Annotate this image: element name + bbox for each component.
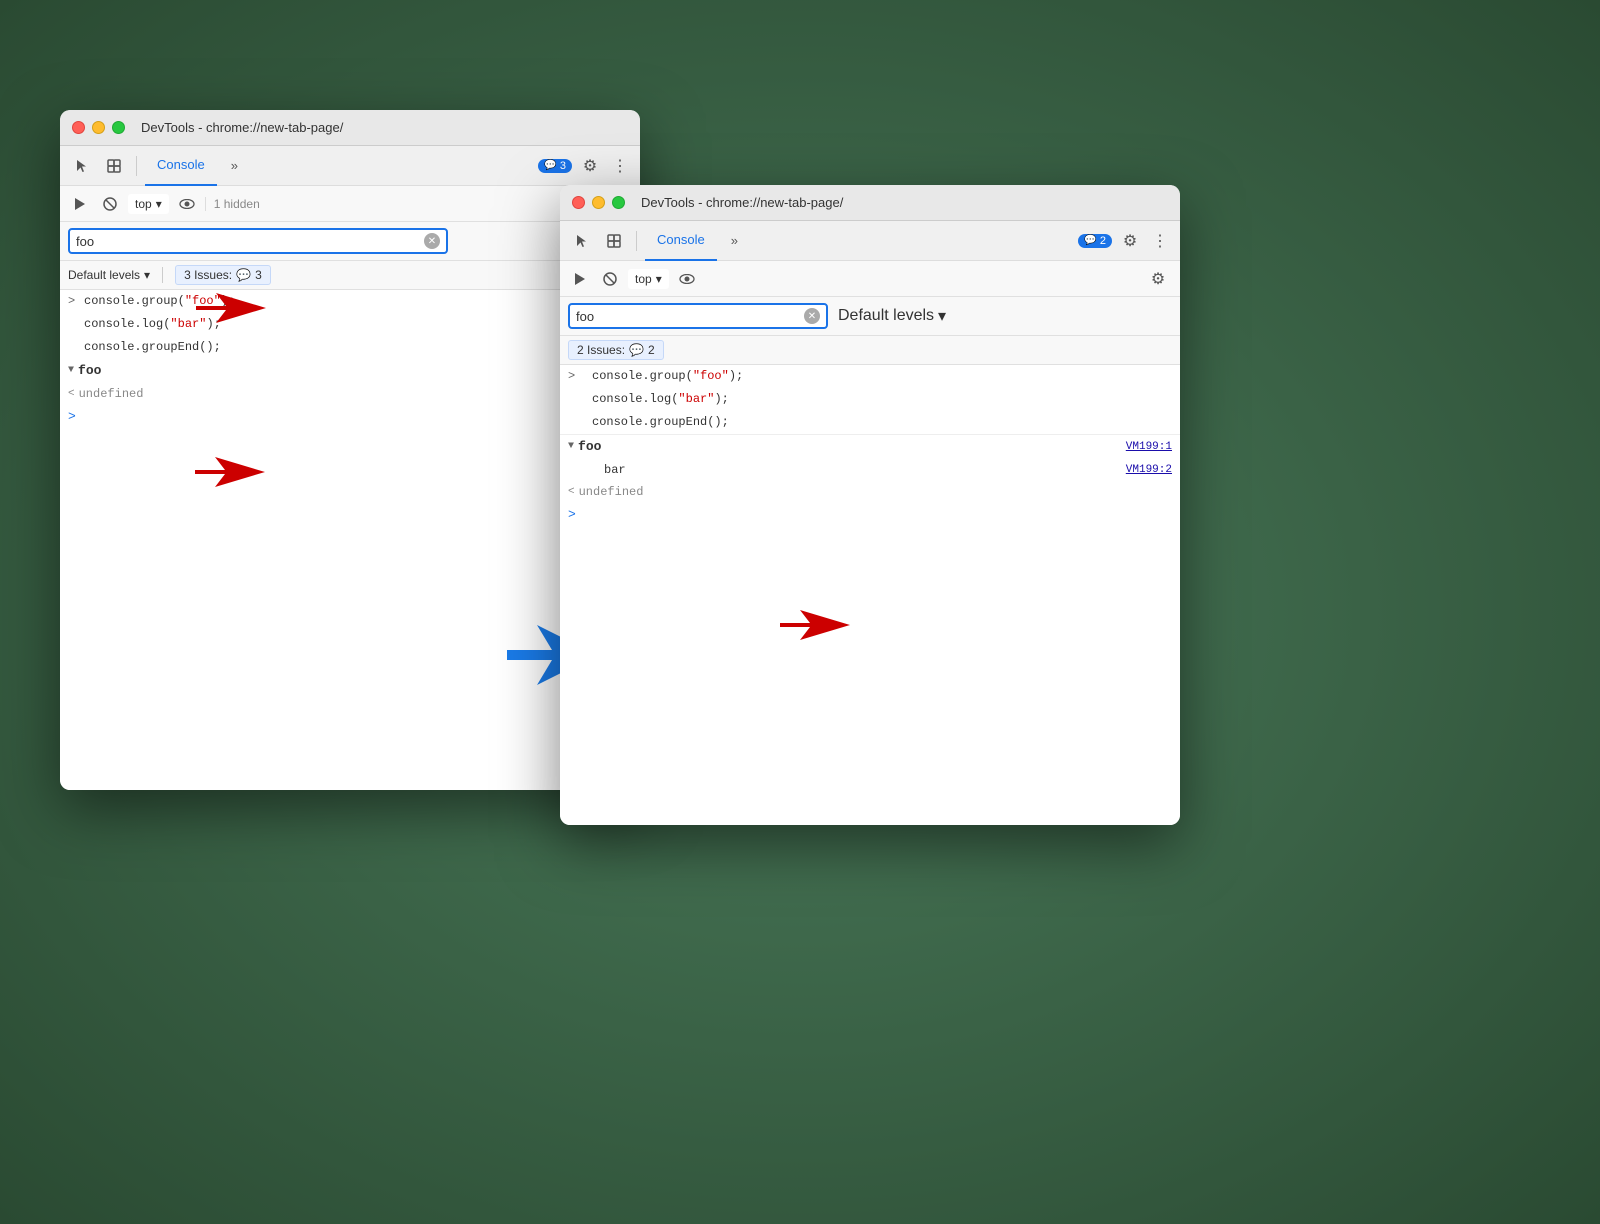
chevron-down-icon-levels-2: ▾ — [938, 306, 946, 326]
more-options-icon-2[interactable]: ⋮ — [1148, 231, 1172, 251]
search-input-wrap-2: ✕ — [568, 303, 828, 329]
minimize-button-1[interactable] — [92, 121, 105, 134]
traffic-lights-2 — [572, 196, 625, 209]
search-input-2[interactable] — [576, 309, 804, 324]
window-title-1: DevTools - chrome://new-tab-page/ — [141, 120, 343, 135]
context-dropdown-2[interactable]: top ▾ — [628, 269, 669, 289]
main-toolbar-1: Console » 💬 3 ⚙ ⋮ — [60, 146, 640, 186]
cursor-icon[interactable] — [68, 152, 96, 180]
block-icon-2[interactable] — [598, 267, 622, 291]
chat-icon-1: 💬 — [544, 160, 556, 171]
console-line-3: console.groupEnd(); — [60, 336, 640, 359]
console-toolbar-1: top ▾ 1 hidden — [60, 186, 640, 222]
search-bar-2: ✕ Default levels ▾ — [560, 297, 1180, 336]
chevron-down-icon-levels-1: ▾ — [144, 268, 150, 282]
close-button-2[interactable] — [572, 196, 585, 209]
console-output-2: console.group("foo"); console.log("bar")… — [560, 365, 1180, 825]
chevron-down-icon-2: ▾ — [656, 272, 662, 286]
inspect-icon-2[interactable] — [600, 227, 628, 255]
tab-more-1[interactable]: » — [225, 158, 244, 173]
console-line-2-2: console.log("bar"); — [560, 388, 1180, 411]
filter-row-1: Default levels ▾ 3 Issues: 💬 3 — [60, 261, 640, 290]
search-input-1[interactable] — [76, 234, 424, 249]
search-clear-1[interactable]: ✕ — [424, 233, 440, 249]
run-icon-2[interactable] — [568, 267, 592, 291]
tab-more-2[interactable]: » — [725, 233, 744, 248]
default-levels-2[interactable]: Default levels ▾ — [838, 306, 946, 326]
main-toolbar-2: Console » 💬 2 ⚙ ⋮ — [560, 221, 1180, 261]
red-arrow-group-2 — [780, 605, 850, 650]
window-title-2: DevTools - chrome://new-tab-page/ — [641, 195, 843, 210]
console-line-2: console.log("bar"); — [60, 313, 640, 336]
console-line-1: console.group("foo"); — [60, 290, 640, 313]
chat-icon-issues-1: 💬 — [236, 268, 251, 282]
chat-icon-2: 💬 — [1084, 235, 1096, 246]
hidden-count-1: 1 hidden — [205, 197, 268, 211]
close-button-1[interactable] — [72, 121, 85, 134]
run-icon-1[interactable] — [68, 192, 92, 216]
console-tab-2[interactable]: Console — [645, 221, 717, 261]
console-group-foo-2[interactable]: ▼ foo VM199:1 — [560, 434, 1180, 459]
console-toolbar-2: top ▾ ⚙ — [560, 261, 1180, 297]
vm-ref2-2: VM199:2 — [1126, 461, 1172, 479]
red-arrow-group-1 — [195, 452, 265, 497]
filter-divider-1 — [162, 267, 163, 283]
minimize-button-2[interactable] — [592, 196, 605, 209]
vm-ref1-2: VM199:1 — [1126, 438, 1172, 456]
group-name-2: foo — [578, 438, 601, 456]
maximize-button-2[interactable] — [612, 196, 625, 209]
prompt-line-1[interactable]: > — [60, 405, 640, 428]
triangle-icon-1: ▼ — [68, 362, 74, 380]
block-icon-1[interactable] — [98, 192, 122, 216]
default-levels-1[interactable]: Default levels ▾ — [68, 268, 150, 282]
group-name-1: foo — [78, 362, 101, 380]
more-options-icon-1[interactable]: ⋮ — [608, 156, 632, 176]
gear-icon-right-2[interactable]: ⚙ — [1144, 265, 1172, 293]
console-line-2-3: console.groupEnd(); — [560, 411, 1180, 434]
eye-icon-1[interactable] — [175, 192, 199, 216]
bar-value: bar — [604, 461, 626, 479]
red-arrow-search-1 — [196, 288, 266, 333]
console-output-1: console.group("foo"); console.log("bar")… — [60, 290, 640, 790]
chat-icon-issues-2: 💬 — [629, 343, 644, 357]
issues-count-badge-2[interactable]: 2 Issues: 💬 2 — [568, 340, 664, 360]
settings-icon-1[interactable]: ⚙ — [576, 152, 604, 180]
inspect-icon[interactable] — [100, 152, 128, 180]
eye-icon-2[interactable] — [675, 267, 699, 291]
prompt-line-2[interactable]: > — [560, 503, 1180, 526]
undefined-line-1: < undefined — [60, 383, 640, 405]
settings-icon-2[interactable]: ⚙ — [1116, 227, 1144, 255]
console-group-foo-1[interactable]: ▼ foo VM11... — [60, 359, 640, 383]
search-input-wrap-1: ✕ — [68, 228, 448, 254]
maximize-button-1[interactable] — [112, 121, 125, 134]
issues-badge-toolbar-1[interactable]: 💬 3 — [538, 159, 572, 173]
search-bar-1: ✕ — [60, 222, 640, 261]
console-tab-1[interactable]: Console — [145, 146, 217, 186]
toolbar-divider-2 — [636, 231, 637, 251]
undefined-line-2: < undefined — [560, 481, 1180, 503]
cursor-icon-2[interactable] — [568, 227, 596, 255]
issues-badge-toolbar-2[interactable]: 💬 2 — [1078, 234, 1112, 248]
devtools-window-2: DevTools - chrome://new-tab-page/ Consol… — [560, 185, 1180, 825]
group-child-bar: bar VM199:2 — [560, 459, 1180, 481]
traffic-lights-1 — [72, 121, 125, 134]
toolbar-divider-1 — [136, 156, 137, 176]
issues-count-badge-1[interactable]: 3 Issues: 💬 3 — [175, 265, 271, 285]
filter-row-2: 2 Issues: 💬 2 — [560, 336, 1180, 365]
titlebar-1: DevTools - chrome://new-tab-page/ — [60, 110, 640, 146]
titlebar-2: DevTools - chrome://new-tab-page/ — [560, 185, 1180, 221]
search-clear-2[interactable]: ✕ — [804, 308, 820, 324]
context-dropdown-1[interactable]: top ▾ — [128, 194, 169, 214]
window-body-2: Console » 💬 2 ⚙ ⋮ top ▾ — [560, 221, 1180, 825]
triangle-icon-2: ▼ — [568, 438, 574, 456]
chevron-down-icon-1: ▾ — [156, 197, 162, 211]
console-line-2-1: console.group("foo"); — [560, 365, 1180, 388]
